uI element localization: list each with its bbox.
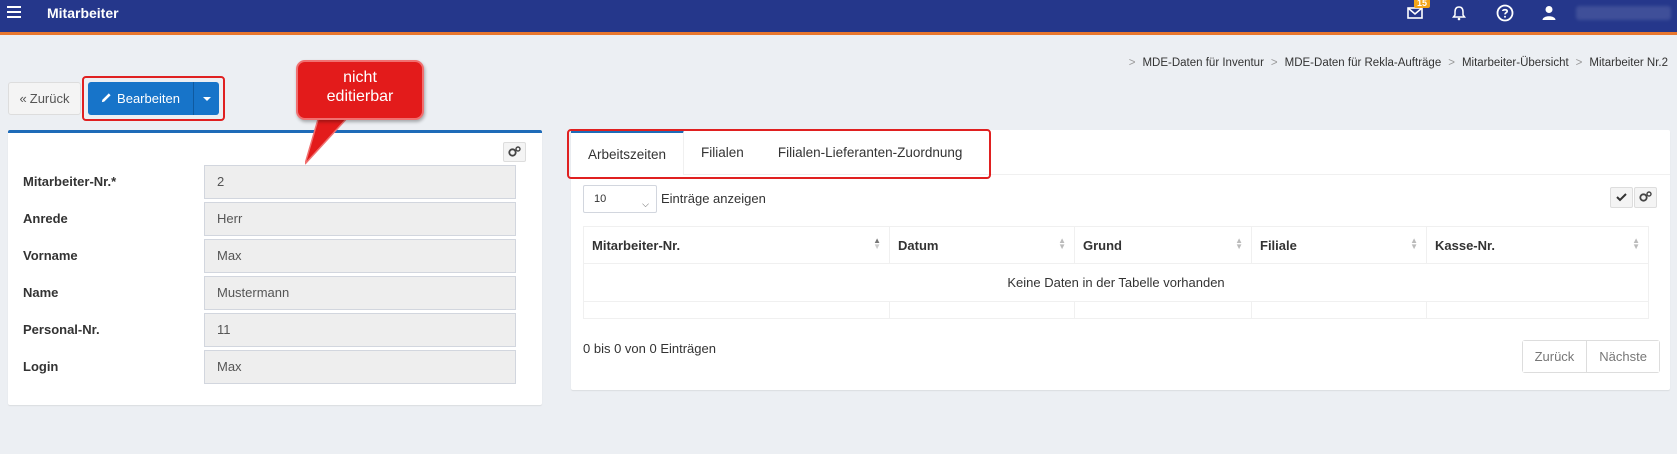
salutation-field[interactable]: Herr [204, 202, 516, 236]
form-row-employee-number: Mitarbeiter-Nr.* 2 [8, 165, 542, 199]
column-header-reason[interactable]: Grund ▲ ▼ [1074, 226, 1252, 264]
sort-asc-icon: ▲ ▼ [873, 236, 881, 251]
table-footer-cell [583, 301, 890, 319]
table-footer-cell [1251, 301, 1427, 319]
bell-icon[interactable] [1450, 4, 1468, 22]
top-navbar: Mitarbeiter 15 [0, 0, 1677, 35]
login-field[interactable]: Max [204, 350, 516, 384]
chevron-down-icon: ⌵ [642, 199, 649, 209]
last-name-field[interactable]: Mustermann [204, 276, 516, 310]
callout-line-1: nicht [343, 69, 377, 86]
pagination: Zurück Nächste [1521, 340, 1660, 373]
salutation-label: Anrede [23, 211, 68, 226]
form-row-login: Login Max [8, 350, 542, 384]
sort-icon: ▲ ▼ [1058, 236, 1066, 251]
gears-icon [1639, 190, 1652, 205]
first-name-field[interactable]: Max [204, 239, 516, 273]
help-icon[interactable] [1496, 4, 1514, 22]
previous-page-button[interactable]: Zurück [1522, 341, 1587, 372]
working-hours-table: Mitarbeiter-Nr. ▲ ▼ Datum ▲ ▼ Grund ▲ ▼ Filial… [583, 226, 1649, 319]
table-header-row: Mitarbeiter-Nr. ▲ ▼ Datum ▲ ▼ Grund ▲ ▼ Filial… [583, 226, 1649, 264]
column-header-branch[interactable]: Filiale ▲ ▼ [1251, 226, 1427, 264]
table-row: Keine Daten in der Tabelle vorhanden [583, 263, 1649, 302]
column-header-register-number[interactable]: Kasse-Nr. ▲ ▼ [1426, 226, 1649, 264]
back-button[interactable]: « Zurück [8, 82, 81, 115]
page-length-label: Einträge anzeigen [661, 191, 766, 206]
empty-table-message: Keine Daten in der Tabelle vorhanden [583, 263, 1649, 302]
breadcrumb-item[interactable]: MDE-Daten für Inventur [1142, 57, 1263, 69]
column-header-label: Grund [1083, 237, 1122, 253]
user-icon[interactable] [1540, 4, 1558, 22]
breadcrumb-item[interactable]: Mitarbeiter-Übersicht [1462, 57, 1569, 69]
menu-icon[interactable] [7, 6, 21, 20]
form-row-last-name: Name Mustermann [8, 276, 542, 310]
breadcrumb-item-current: Mitarbeiter Nr.2 [1589, 57, 1668, 69]
table-footer-row [583, 301, 1649, 319]
highlight-box-edit [82, 76, 225, 121]
column-header-employee-number[interactable]: Mitarbeiter-Nr. ▲ ▼ [583, 226, 890, 264]
table-settings-button[interactable] [1634, 187, 1657, 208]
sort-icon: ▲ ▼ [1410, 236, 1418, 251]
form-row-salutation: Anrede Herr [8, 202, 542, 236]
check-icon [1616, 190, 1627, 205]
back-button-label: Zurück [29, 91, 70, 106]
next-page-button[interactable]: Nächste [1586, 341, 1659, 372]
table-footer-cell [1074, 301, 1252, 319]
last-name-label: Name [23, 285, 59, 300]
form-row-first-name: Vorname Max [8, 239, 542, 273]
login-label: Login [23, 359, 59, 374]
column-header-label: Filiale [1260, 237, 1297, 253]
page-length-select[interactable]: 10 ⌵ [583, 185, 657, 213]
callout-line-2: editierbar [326, 88, 394, 105]
personnel-number-field[interactable]: 11 [204, 313, 516, 347]
column-header-date[interactable]: Datum ▲ ▼ [889, 226, 1075, 264]
breadcrumb-item[interactable]: MDE-Daten für Rekla-Aufträge [1285, 57, 1442, 69]
table-footer-cell [889, 301, 1075, 319]
callout-pointer [305, 116, 351, 165]
table-footer-cell [1426, 301, 1649, 319]
confirm-button[interactable] [1610, 187, 1633, 208]
breadcrumb: > MDE-Daten für Inventur > MDE-Daten für R… [1128, 57, 1668, 69]
sort-icon: ▲ ▼ [1235, 236, 1243, 251]
highlight-box-tabs [567, 129, 991, 179]
column-header-label: Datum [898, 237, 939, 253]
gears-icon [508, 145, 521, 160]
column-header-label: Mitarbeiter-Nr. [592, 237, 681, 253]
table-info: 0 bis 0 von 0 Einträgen [583, 341, 716, 356]
not-editable-callout: nicht editierbar [296, 60, 424, 120]
employee-form-panel: Mitarbeiter-Nr.* 2 Anrede Herr Vorname M… [8, 130, 542, 405]
employee-number-label: Mitarbeiter-Nr.* [23, 174, 117, 189]
mail-count-badge: 15 [1414, 0, 1431, 8]
sort-icon: ▲ ▼ [1632, 236, 1640, 251]
page-title: Mitarbeiter [47, 5, 119, 21]
panel-settings-button[interactable] [503, 142, 526, 162]
double-chevron-left-icon: « [19, 91, 27, 106]
form-row-personnel-number: Personal-Nr. 11 [8, 313, 542, 347]
user-name-blurred[interactable] [1576, 6, 1671, 20]
page-length-value: 10 [594, 193, 607, 205]
first-name-label: Vorname [23, 248, 78, 263]
column-header-label: Kasse-Nr. [1435, 237, 1495, 253]
personnel-number-label: Personal-Nr. [23, 322, 100, 337]
employee-number-field[interactable]: 2 [204, 165, 516, 199]
